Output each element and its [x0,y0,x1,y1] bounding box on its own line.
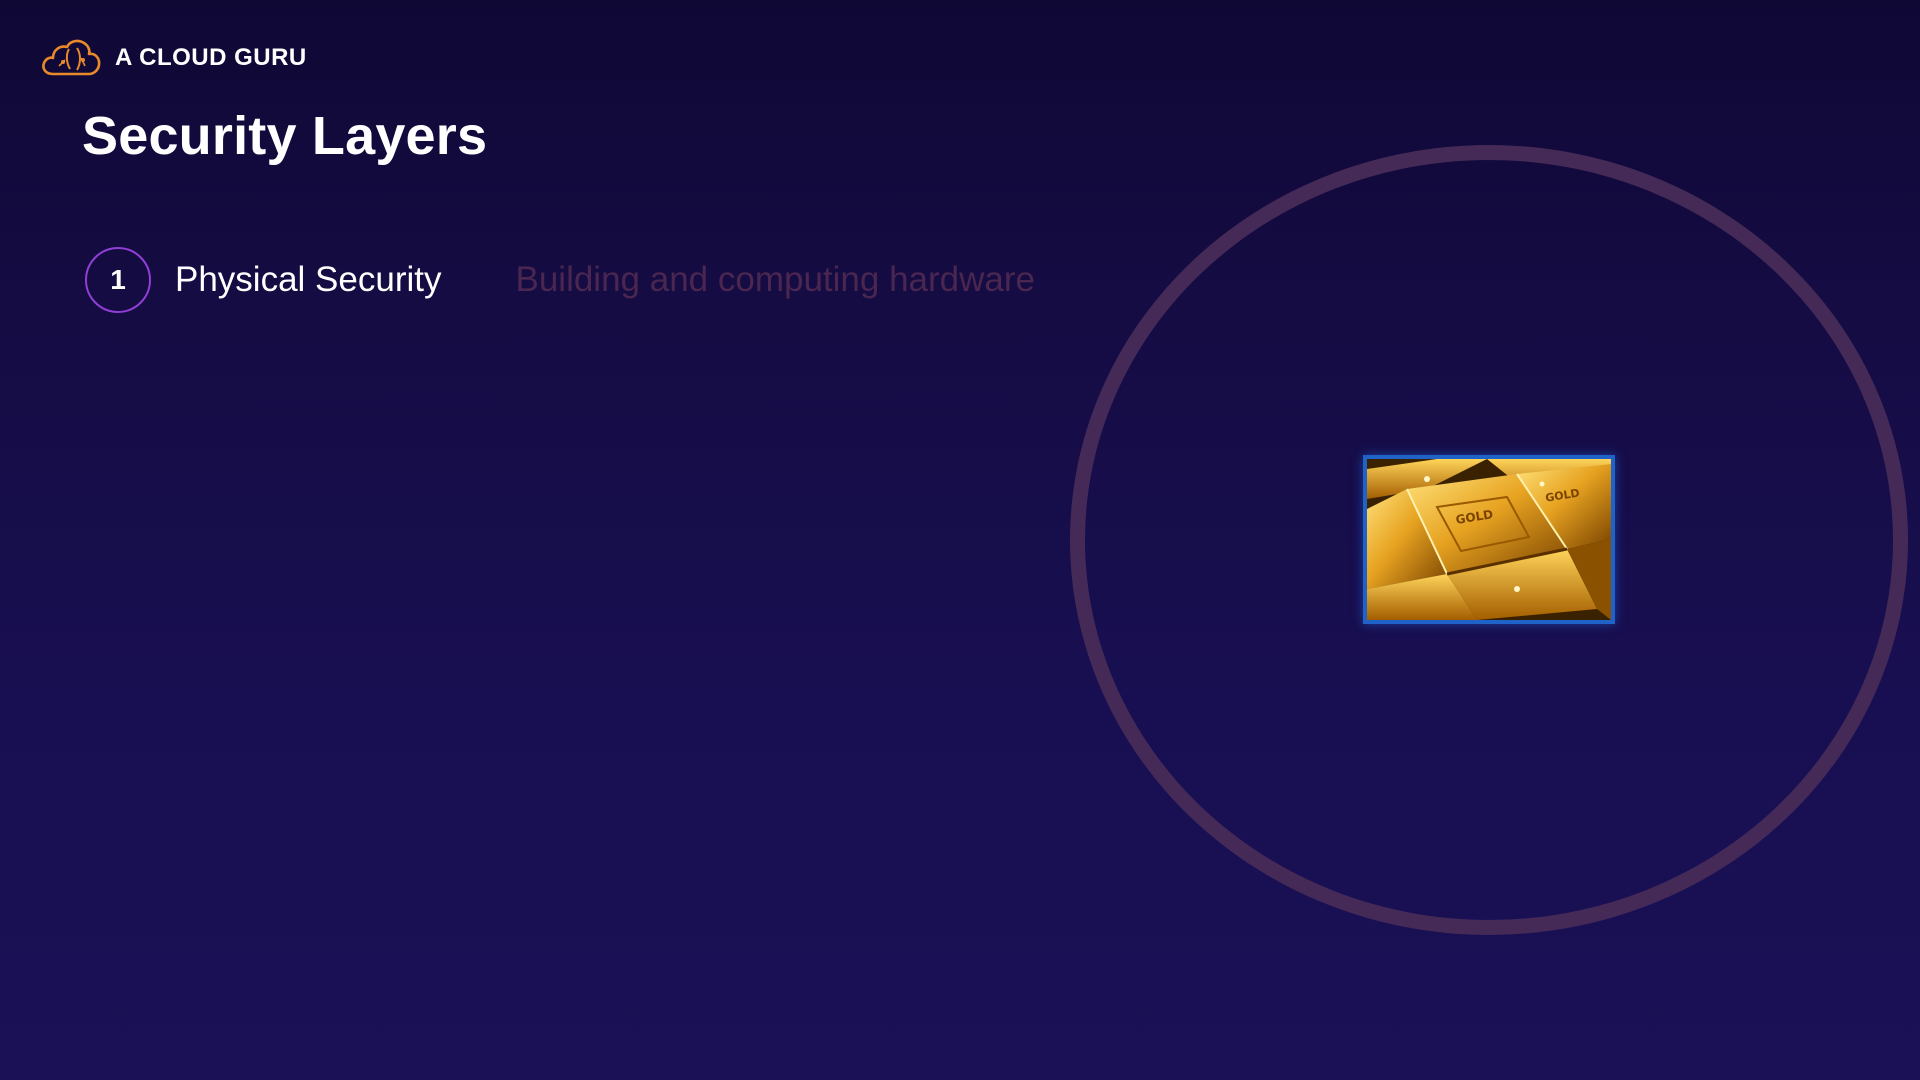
layer-description: Building and computing hardware [515,260,1035,299]
page-title: Security Layers [82,106,488,166]
gold-bars-image: GOLD GOLD [1363,455,1615,624]
brand-header: A CLOUD GURU [39,36,307,80]
layer-name: Physical Security [175,260,442,299]
brand-name: A CLOUD GURU [115,44,307,71]
layer-number-badge: 1 [85,247,151,313]
cloud-brain-icon [42,39,101,76]
layer-row-physical: 1 Physical Security Building and computi… [85,245,1035,315]
